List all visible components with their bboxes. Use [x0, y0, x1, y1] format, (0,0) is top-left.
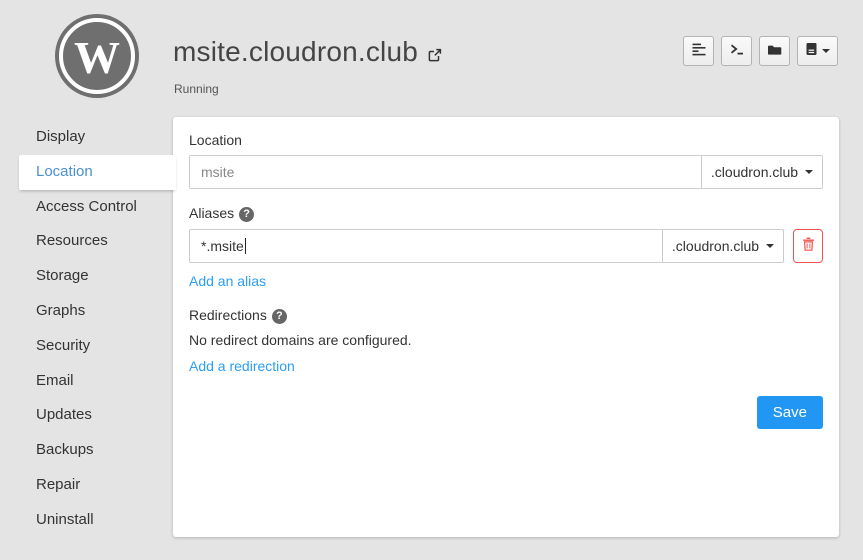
alias-domain-value: .cloudron.club	[672, 238, 759, 254]
location-domain-value: .cloudron.club	[711, 164, 798, 180]
sidebar-item-backups[interactable]: Backups	[0, 433, 173, 468]
location-settings-panel: Location .cloudron.club Aliases? *.msite…	[173, 117, 839, 537]
logs-icon	[692, 42, 706, 61]
terminal-button[interactable]	[721, 36, 752, 66]
page-title: msite.cloudron.club	[173, 36, 442, 70]
location-input[interactable]	[189, 155, 702, 189]
aliases-label: Aliases	[189, 205, 234, 221]
backup-menu-button[interactable]	[797, 36, 838, 66]
alias-domain-dropdown[interactable]: .cloudron.club	[662, 229, 784, 263]
alias-input-row: *.msite .cloudron.club	[189, 229, 823, 263]
settings-sidebar: Display Location Access Control Resource…	[0, 120, 173, 538]
sidebar-item-security[interactable]: Security	[0, 329, 173, 364]
add-redirection-link[interactable]: Add a redirection	[189, 358, 295, 374]
file-manager-button[interactable]	[759, 36, 790, 66]
trash-icon	[802, 237, 815, 256]
sidebar-item-access-control[interactable]: Access Control	[0, 190, 173, 225]
sidebar-item-display[interactable]: Display	[0, 120, 173, 155]
sidebar-item-email[interactable]: Email	[0, 364, 173, 399]
delete-alias-button[interactable]	[793, 229, 823, 263]
caret-down-icon	[805, 170, 813, 174]
status-badge: Running	[174, 82, 219, 96]
sidebar-item-repair[interactable]: Repair	[0, 468, 173, 503]
sidebar-item-uninstall[interactable]: Uninstall	[0, 503, 173, 538]
add-alias-link[interactable]: Add an alias	[189, 273, 266, 289]
aliases-help-icon[interactable]: ?	[239, 207, 254, 222]
terminal-icon	[730, 42, 744, 61]
redirections-empty-text: No redirect domains are configured.	[189, 332, 823, 348]
location-input-row: .cloudron.club	[189, 155, 823, 189]
alias-input[interactable]: *.msite	[189, 229, 663, 263]
wordpress-logo: W	[55, 14, 139, 98]
aliases-label-row: Aliases?	[189, 205, 823, 222]
book-icon	[805, 42, 818, 61]
location-label: Location	[189, 132, 823, 148]
text-cursor	[245, 238, 246, 254]
chevron-down-icon	[822, 49, 830, 53]
alias-input-value: *.msite	[201, 238, 244, 254]
folder-icon	[767, 42, 782, 61]
wordpress-logo-letter: W	[55, 14, 139, 98]
sidebar-item-graphs[interactable]: Graphs	[0, 294, 173, 329]
app-toolbar	[683, 36, 838, 66]
sidebar-item-updates[interactable]: Updates	[0, 398, 173, 433]
sidebar-item-resources[interactable]: Resources	[0, 224, 173, 259]
redirections-help-icon[interactable]: ?	[272, 309, 287, 324]
sidebar-item-location[interactable]: Location	[19, 155, 176, 190]
caret-down-icon	[766, 244, 774, 248]
sidebar-item-storage[interactable]: Storage	[0, 259, 173, 294]
location-domain-dropdown[interactable]: .cloudron.club	[701, 155, 823, 189]
save-row: Save	[189, 396, 823, 429]
redirections-label-row: Redirections?	[189, 307, 823, 324]
logs-button[interactable]	[683, 36, 714, 66]
redirections-label: Redirections	[189, 307, 267, 323]
app-domain-title: msite.cloudron.club	[173, 36, 418, 68]
save-button[interactable]: Save	[757, 396, 823, 429]
external-link-icon[interactable]	[427, 38, 442, 70]
